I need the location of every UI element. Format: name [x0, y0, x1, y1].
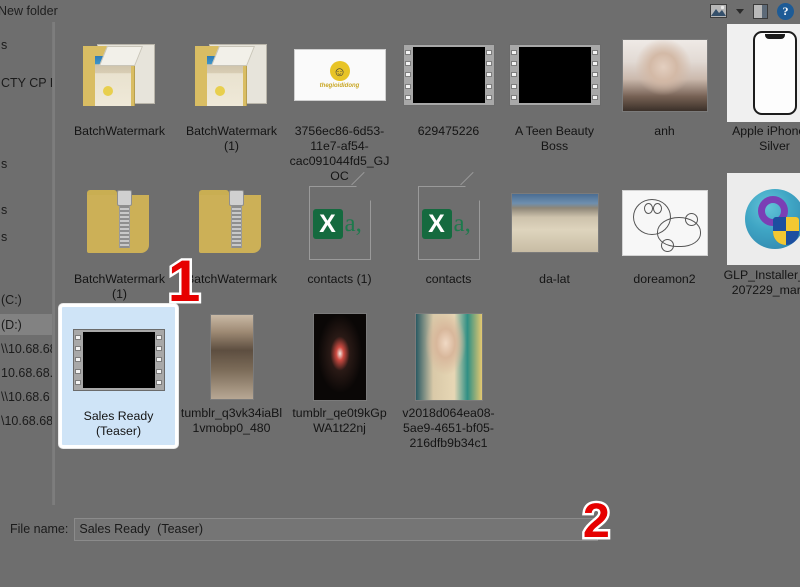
- chevron-down-icon[interactable]: [736, 8, 744, 14]
- file-label: Apple iPhone X Silver: [732, 124, 800, 153]
- file-item-glp-installer[interactable]: GLP_Installer_900207229_market: [718, 170, 800, 298]
- file-label: BatchWatermark (1): [185, 124, 278, 153]
- file-label: v2018d064ea08-5ae9-4651-bf05-216dfb9b34c…: [402, 406, 495, 450]
- file-item-tumblr-qe0t9kgp[interactable]: tumblr_qe0t9kGpWA1t22nj: [283, 308, 396, 436]
- file-item-contacts[interactable]: Xa, contacts: [392, 174, 505, 287]
- preview-pane-icon[interactable]: [753, 3, 768, 19]
- film-strip-icon: [66, 311, 171, 409]
- sidebar-item-0[interactable]: s: [0, 34, 52, 55]
- file-name-row: File name:: [0, 517, 800, 541]
- file-label: anh: [654, 124, 675, 138]
- zip-folder-icon: [67, 174, 172, 272]
- photo-thumbnail: [396, 308, 501, 406]
- sidebar-item-1[interactable]: CTY CP DI: [0, 72, 52, 93]
- sidebar-item-2[interactable]: s: [0, 153, 52, 174]
- file-item-da-lat[interactable]: da-lat: [498, 174, 611, 287]
- annotation-marker-2: 2 2: [581, 495, 613, 548]
- file-label: tumblr_qe0t9kGpWA1t22nj: [292, 406, 387, 435]
- sidebar-item-4[interactable]: s: [0, 226, 52, 247]
- annotation-marker-2-text: 2: [583, 495, 610, 548]
- sketch-thumbnail: [612, 174, 717, 272]
- photo-thumbnail: [612, 26, 717, 124]
- file-item-batchwatermark[interactable]: BatchWatermark: [63, 26, 176, 139]
- file-label: tumblr_q3vk34iaBl1vmobp0_480: [180, 406, 283, 435]
- file-item-batchwatermark-1[interactable]: BatchWatermark (1): [175, 26, 288, 154]
- annotation-marker-1: 1 1: [165, 249, 202, 314]
- navigation-sidebar[interactable]: s CTY CP DI s s s (C:) (D:) \\10.68.68 1…: [0, 22, 53, 505]
- excel-document-icon: Xa,: [287, 174, 392, 272]
- excel-document-icon: Xa,: [396, 174, 501, 272]
- file-list-grid[interactable]: BatchWatermark BatchWatermark (1) ☺ theg…: [55, 22, 800, 505]
- film-strip-icon: [502, 26, 607, 124]
- phone-icon: [722, 22, 800, 124]
- new-folder-button[interactable]: New folder: [0, 4, 58, 18]
- file-item-629475226[interactable]: 629475226: [392, 26, 505, 139]
- file-item-anh[interactable]: anh: [608, 26, 721, 139]
- film-strip-icon: [396, 26, 501, 124]
- file-label: doreamon2: [633, 272, 696, 286]
- file-label: GLP_Installer_900207229_market: [723, 268, 800, 297]
- photo-thumbnail: [179, 308, 284, 406]
- photo-thumbnail: [287, 308, 392, 406]
- toolbar-right-group: ?: [710, 0, 794, 22]
- file-name-input[interactable]: [74, 517, 599, 541]
- photo-thumbnail: [502, 174, 607, 272]
- file-item-sales-ready-teaser[interactable]: Sales Ready (Teaser): [59, 304, 178, 448]
- dialog-footer: File name: Tất cả Tệp tin Open Cancel: [0, 505, 800, 587]
- dialog-body: s CTY CP DI s s s (C:) (D:) \\10.68.68 1…: [0, 22, 800, 505]
- sidebar-item-10[interactable]: \10.68.68: [0, 410, 52, 431]
- file-item-tumblr-q3vk34ia[interactable]: tumblr_q3vk34iaBl1vmobp0_480: [175, 308, 288, 436]
- sidebar-item-7[interactable]: \\10.68.68: [0, 338, 52, 359]
- file-label: BatchWatermark (1): [73, 272, 166, 301]
- file-name-label: File name:: [10, 522, 69, 536]
- annotation-marker-1-text: 1: [168, 249, 201, 314]
- file-label: contacts: [425, 272, 472, 286]
- file-label: A Teen Beauty Boss: [514, 124, 595, 153]
- file-item-a-teen-beauty-boss[interactable]: A Teen Beauty Boss: [498, 26, 611, 154]
- sidebar-item-9[interactable]: \\10.68.6: [0, 386, 52, 407]
- file-label: 629475226: [417, 124, 480, 138]
- sidebar-item-3[interactable]: s: [0, 199, 52, 220]
- sidebar-item-6[interactable]: (D:): [0, 314, 52, 335]
- file-item-3756ec86[interactable]: ☺ thegioididong 3756ec86-6d53-11e7-af54-…: [283, 26, 396, 184]
- file-item-doreamon2[interactable]: doreamon2: [608, 174, 721, 287]
- file-open-dialog: New folder ? s CTY CP DI s s s (C:) (D:): [0, 0, 800, 587]
- file-item-apple-iphone-x-silver[interactable]: Apple iPhone X Silver: [718, 22, 800, 154]
- sidebar-item-8[interactable]: 10.68.68.8: [0, 362, 52, 383]
- file-label: contacts (1): [307, 272, 372, 286]
- file-item-v2018d064ea08[interactable]: v2018d064ea08-5ae9-4651-bf05-216dfb9b34c…: [392, 308, 505, 451]
- file-item-contacts-1[interactable]: Xa, contacts (1): [283, 174, 396, 287]
- folder-photo-icon: [67, 26, 172, 124]
- file-label: da-lat: [539, 272, 570, 286]
- folder-photo-icon: [179, 26, 284, 124]
- file-label: BatchWatermark: [73, 124, 166, 138]
- file-item-zip-batchwatermark-1[interactable]: BatchWatermark (1): [63, 174, 176, 302]
- view-layout-icon[interactable]: [710, 4, 727, 18]
- file-label: Sales Ready (Teaser): [83, 409, 154, 438]
- sidebar-item-5[interactable]: (C:): [0, 289, 52, 310]
- glp-installer-icon: [722, 170, 800, 268]
- help-icon[interactable]: ?: [777, 2, 794, 20]
- dialog-toolbar: New folder ?: [0, 0, 800, 22]
- web-card-icon: ☺ thegioididong: [287, 26, 392, 124]
